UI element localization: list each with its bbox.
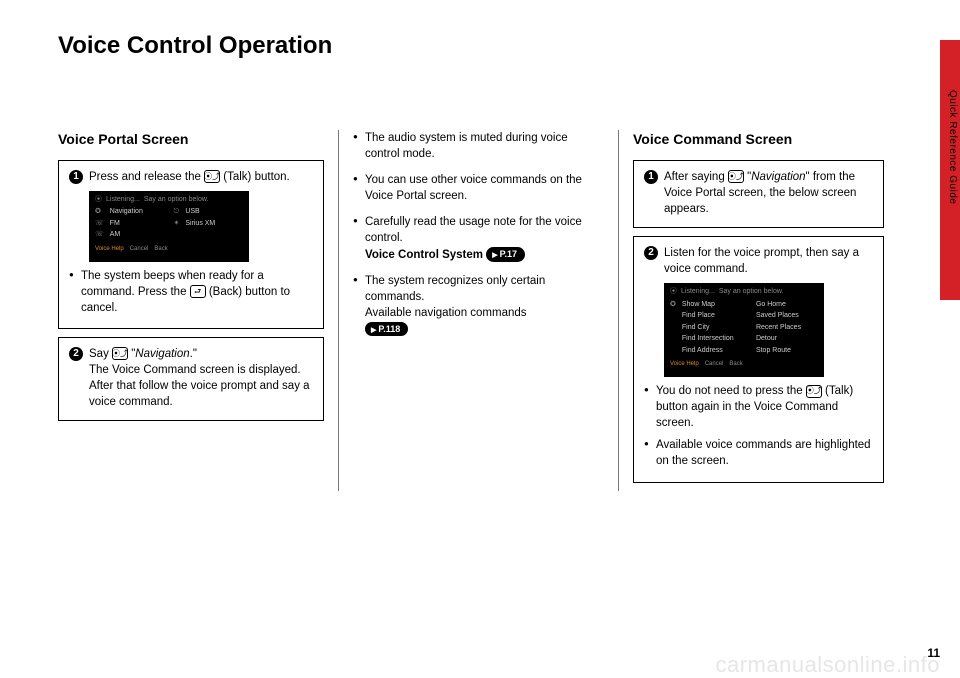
column-1: Voice Portal Screen 1 Press and release … — [58, 130, 338, 491]
talk-icon: ⦿⤴ — [112, 347, 128, 360]
radio-icon: ☏ — [95, 219, 104, 230]
listening-label: Listening... — [106, 195, 140, 206]
text: Say — [89, 348, 112, 360]
content-columns: Voice Portal Screen 1 Press and release … — [58, 130, 898, 491]
step-number: 2 — [644, 246, 658, 260]
col1-step2-box: 2 Say ⦿⤴ "Navigation." The Voice Command… — [58, 337, 324, 421]
step1-bullet: The system beeps when ready for a comman… — [69, 268, 313, 316]
foot: Cancel — [705, 360, 724, 369]
bullet: The audio system is muted during voice c… — [353, 130, 604, 162]
bullet: The system recognizes only certain comma… — [353, 273, 604, 337]
text: Available navigation commands — [365, 305, 604, 321]
hint-label: Say an option below. — [144, 195, 209, 206]
bullet: Carefully read the usage note for the vo… — [353, 214, 604, 262]
text: Carefully read the usage note for the vo… — [365, 216, 582, 244]
opt: Go Home — [756, 300, 818, 311]
column-3: Voice Command Screen 1 After saying ⦿⤴ "… — [618, 130, 898, 491]
foot: Voice Help — [95, 245, 124, 254]
col1-step1-box: 1 Press and release the ⦿⤴ (Talk) button… — [58, 160, 324, 329]
text: Press and release the — [89, 171, 204, 183]
sat-icon: ✶ — [173, 219, 179, 230]
back-icon: ⮐ — [190, 285, 206, 298]
opt: Stop Route — [756, 346, 818, 357]
step2-bullet1: You do not need to press the ⦿⤴ (Talk) b… — [644, 383, 873, 431]
step1-text: After saying ⦿⤴ "Navigation" from the Vo… — [664, 169, 873, 217]
usb-icon: ⎋ — [173, 207, 179, 218]
talk-glyph-icon: ⦿ — [95, 195, 102, 206]
text-emph: Navigation — [135, 348, 189, 360]
column-2: The audio system is muted during voice c… — [338, 130, 618, 491]
opt: AM — [110, 230, 168, 241]
opt: Detour — [756, 334, 818, 345]
text: After saying — [664, 171, 728, 183]
bullet: You can use other voice commands on the … — [353, 172, 604, 204]
opt: Navigation — [110, 207, 168, 218]
col3-step1-box: 1 After saying ⦿⤴ "Navigation" from the … — [633, 160, 884, 228]
step-number: 1 — [69, 170, 83, 184]
opt: Find Place — [682, 311, 744, 322]
listening-label: Listening... — [681, 287, 715, 298]
col3-step2-box: 2 Listen for the voice prompt, then say … — [633, 236, 884, 483]
step1-text: Press and release the ⦿⤴ (Talk) button. — [89, 169, 313, 185]
col1-heading: Voice Portal Screen — [58, 130, 324, 150]
page-reference-link[interactable]: P.118 — [365, 322, 408, 337]
radio-icon: ☏ — [95, 230, 104, 241]
step2-text: Say ⦿⤴ "Navigation." The Voice Command s… — [89, 346, 313, 410]
foot: Cancel — [130, 245, 149, 254]
opt: Saved Places — [756, 311, 818, 322]
text-emph: Navigation — [751, 171, 805, 183]
nav-icon: ✪ — [670, 300, 676, 311]
foot: Voice Help — [670, 360, 699, 369]
text: " — [806, 171, 813, 183]
opt: FM — [110, 219, 168, 230]
foot: Back — [729, 360, 742, 369]
step-number: 2 — [69, 347, 83, 361]
talk-glyph-icon: ⦿ — [670, 287, 677, 298]
step2-bullet2: Available voice commands are highlighted… — [644, 437, 873, 469]
talk-icon: ⦿⤴ — [204, 170, 220, 183]
opt: Find Intersection — [682, 334, 744, 345]
voice-command-screen-mock: ⦿ Listening... Say an option below. ✪ Sho… — [664, 283, 824, 377]
foot: Back — [154, 245, 167, 254]
text: (Talk) button. — [220, 171, 290, 183]
text: The system recognizes only certain comma… — [365, 275, 545, 303]
opt: Recent Places — [756, 323, 818, 334]
text: The Voice Command screen is displayed. — [89, 362, 313, 378]
hint-label: Say an option below. — [719, 287, 784, 298]
col3-heading: Voice Command Screen — [633, 130, 884, 150]
opt: Show Map — [682, 300, 744, 311]
step2-text: Listen for the voice prompt, then say a … — [664, 245, 873, 277]
voice-portal-screen-mock: ⦿ Listening... Say an option below. ✪ Nav… — [89, 191, 249, 262]
step-number: 1 — [644, 170, 658, 184]
page-title: Voice Control Operation — [58, 32, 332, 60]
opt: USB — [185, 207, 243, 218]
opt: Find Address — [682, 346, 744, 357]
text: After that follow the voice prompt and s… — [89, 378, 313, 410]
text: ." — [190, 348, 197, 360]
talk-icon: ⦿⤴ — [806, 385, 822, 398]
opt: Find City — [682, 323, 744, 334]
link-label: Voice Control System — [365, 249, 483, 261]
talk-icon: ⦿⤴ — [728, 170, 744, 183]
col2-bullets: The audio system is muted during voice c… — [353, 130, 604, 337]
section-label: Quick Reference Guide — [947, 90, 958, 204]
opt: Sirius XM — [185, 219, 243, 230]
page-reference-link[interactable]: P.17 — [486, 247, 525, 262]
nav-icon: ✪ — [95, 207, 104, 218]
watermark: carmanualsonline.info — [715, 652, 940, 678]
text: You do not need to press the — [656, 385, 806, 397]
